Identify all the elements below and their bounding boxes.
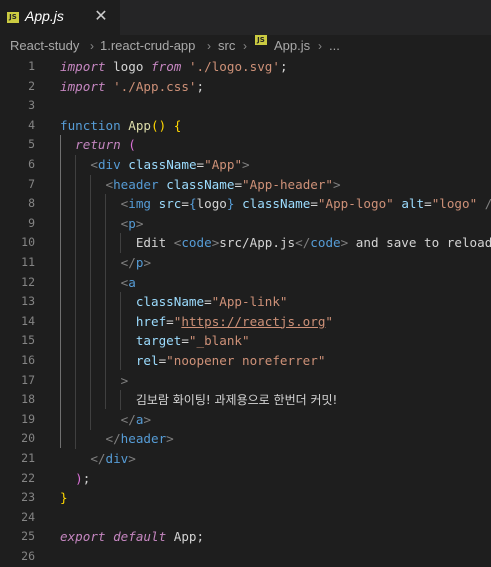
line-number-gutter: 1 2 3 4 5 6 7 8 9 10 11 12 13 14 15 16 1… bbox=[0, 57, 40, 563]
line-number: 23 bbox=[21, 490, 35, 505]
line-number: 20 bbox=[21, 431, 35, 446]
line-number: 13 bbox=[21, 294, 35, 309]
chevron-right-icon: › bbox=[243, 39, 247, 53]
tab-bar: JS App.js ✕ bbox=[0, 0, 491, 35]
code-line: <p> bbox=[120, 215, 144, 231]
code-line: ); bbox=[75, 470, 91, 486]
line-number: 1 bbox=[28, 59, 35, 73]
code-line: > bbox=[120, 372, 129, 388]
line-number: 22 bbox=[21, 470, 35, 485]
javascript-file-icon: JS bbox=[7, 12, 19, 23]
code-line: href="https://reactjs.org" bbox=[135, 313, 334, 329]
breadcrumb: React-study › 1.react-crud-app › src › J… bbox=[0, 35, 491, 57]
line-number: 17 bbox=[21, 372, 35, 387]
code-line: function App() { bbox=[60, 117, 182, 133]
code-line: <img src={logo} className="App-logo" alt… bbox=[120, 196, 491, 212]
code-line: </header> bbox=[105, 431, 174, 447]
code-line: rel="noopener noreferrer" bbox=[135, 353, 326, 368]
line-number: 10 bbox=[21, 235, 35, 250]
code-line: Edit <code>src/App.js</code> and save to… bbox=[135, 235, 491, 251]
line-number: 19 bbox=[21, 411, 35, 426]
code-line: <header className="App-header"> bbox=[105, 176, 341, 192]
url-link[interactable]: https://reactjs.org bbox=[181, 314, 325, 329]
breadcrumb-item-more[interactable]: ... bbox=[329, 35, 340, 57]
line-number: 4 bbox=[28, 117, 35, 132]
code-line: </a> bbox=[120, 411, 152, 427]
code-line: 김보람 화이팅! 과제용으로 한번더 커밋! bbox=[135, 393, 338, 408]
line-number: 26 bbox=[21, 549, 35, 563]
line-number: 16 bbox=[21, 353, 35, 367]
line-number: 24 bbox=[21, 509, 35, 524]
chevron-right-icon: › bbox=[90, 39, 94, 53]
chevron-right-icon: › bbox=[207, 39, 211, 53]
line-number: 6 bbox=[28, 157, 35, 171]
code-editor[interactable]: 1 2 3 4 5 6 7 8 9 10 11 12 13 14 15 16 1… bbox=[0, 57, 491, 563]
code-line: import './App.css'; bbox=[60, 78, 205, 94]
line-number: 12 bbox=[21, 274, 35, 289]
breadcrumb-item-react-study[interactable]: React-study bbox=[10, 35, 79, 57]
code-line: target="_blank" bbox=[135, 333, 250, 349]
line-number: 18 bbox=[21, 392, 35, 407]
line-number: 2 bbox=[28, 78, 35, 93]
tab-label: App.js bbox=[25, 8, 64, 24]
breadcrumb-item-src[interactable]: src bbox=[218, 35, 235, 57]
chevron-right-icon: › bbox=[318, 39, 322, 53]
code-line: } bbox=[60, 490, 68, 506]
line-number: 21 bbox=[21, 451, 35, 465]
code-line: import logo from './logo.svg'; bbox=[60, 59, 288, 74]
line-number: 9 bbox=[28, 215, 35, 230]
line-number: 25 bbox=[21, 529, 35, 544]
line-number: 11 bbox=[21, 255, 35, 269]
line-number: 7 bbox=[28, 176, 35, 191]
breadcrumb-item-file[interactable]: App.js bbox=[274, 35, 310, 57]
line-number: 8 bbox=[28, 196, 35, 211]
code-line: <div className="App"> bbox=[90, 157, 250, 172]
line-number: 5 bbox=[28, 137, 35, 152]
line-number: 15 bbox=[21, 333, 35, 348]
code-line: </div> bbox=[90, 451, 136, 466]
line-number: 3 bbox=[28, 98, 35, 113]
code-line: <a bbox=[120, 274, 136, 290]
breadcrumb-item-project[interactable]: 1.react-crud-app bbox=[100, 35, 195, 57]
tab-app-js[interactable]: JS App.js ✕ bbox=[0, 0, 120, 35]
close-icon[interactable]: ✕ bbox=[92, 6, 110, 26]
code-line: className="App-link" bbox=[135, 294, 288, 310]
code-line: return ( bbox=[75, 137, 136, 153]
line-number: 14 bbox=[21, 313, 35, 328]
code-line: export default App; bbox=[60, 529, 205, 545]
code-line: </p> bbox=[120, 255, 152, 270]
javascript-file-icon: JS bbox=[255, 35, 267, 45]
